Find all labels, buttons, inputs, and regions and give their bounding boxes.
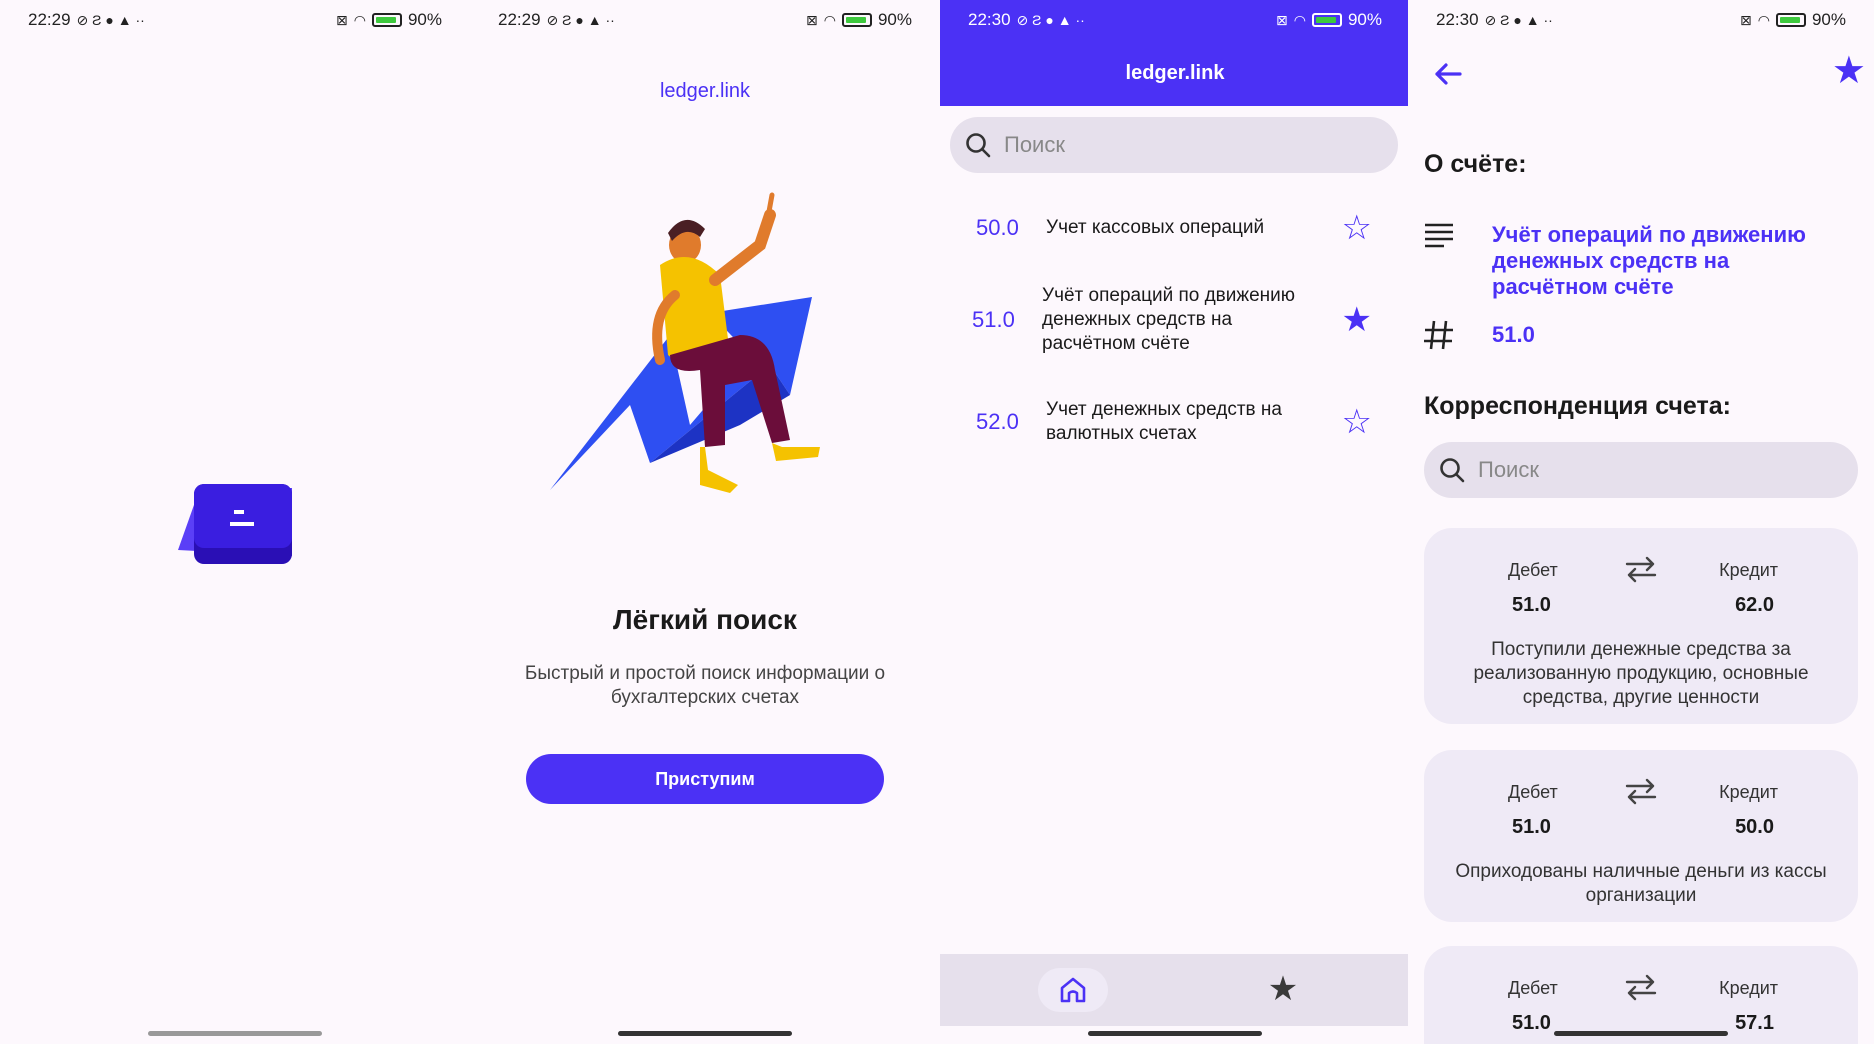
- credit-value: 57.1: [1735, 1012, 1774, 1034]
- status-bar: 22:30 ⊘ Ƨ ● ▲ ·· ⊠ ◠ 90%: [940, 0, 1410, 40]
- get-started-button[interactable]: Приступим: [526, 754, 884, 804]
- status-bar: 22:30 ⊘ Ƨ ● ▲ ·· ⊠ ◠ 90%: [1408, 0, 1874, 40]
- account-code: 50.0: [976, 215, 1019, 240]
- account-code: 51.0: [972, 307, 1015, 332]
- list-item[interactable]: 50.0 Учет кассовых операций ☆: [940, 200, 1410, 256]
- status-time: 22:30: [968, 10, 1011, 29]
- wifi-icon: ◠: [353, 11, 366, 28]
- debit-label: Дебет: [1508, 560, 1558, 580]
- entry-card[interactable]: Дебет Кредит 51.0 57.1: [1424, 946, 1858, 1044]
- app-logo-icon: [178, 484, 292, 564]
- battery-icon: [841, 13, 872, 27]
- onboarding-title: Лёгкий поиск: [613, 604, 797, 635]
- entry-card[interactable]: Дебет Кредит 51.0 50.0 Оприходованы нали…: [1424, 750, 1858, 922]
- splash-screen: 22:29 ⊘ Ƨ ● ▲ ·· ⊠ ◠ 90%: [0, 0, 470, 1044]
- status-time: 22:30: [1436, 10, 1479, 29]
- notification-icons: ⊘ Ƨ ● ▲ ··: [1484, 11, 1553, 28]
- status-bar: 22:29 ⊘ Ƨ ● ▲ ·· ⊠ ◠ 90%: [0, 0, 470, 40]
- back-arrow-icon[interactable]: [1430, 56, 1466, 92]
- battery-icon: [1311, 13, 1342, 27]
- home-indicator: [1088, 1031, 1262, 1036]
- nav-favorites-button[interactable]: ★: [1258, 964, 1308, 1014]
- battery-icon: [371, 13, 402, 27]
- list-item[interactable]: 51.0 Учёт операций по движению денежных …: [940, 280, 1410, 360]
- account-name: Учёт операций по движению денежных средс…: [1042, 285, 1296, 354]
- entry-description: Поступили денежные средства за реализова…: [1473, 639, 1809, 708]
- status-time: 22:29: [28, 10, 71, 29]
- star-filled-icon[interactable]: ★: [1342, 303, 1372, 337]
- battery-level: 90%: [1347, 10, 1382, 29]
- status-time: 22:29: [498, 10, 541, 29]
- entry-card[interactable]: Дебет Кредит 51.0 62.0 Поступили денежны…: [1424, 528, 1858, 724]
- credit-value: 62.0: [1735, 594, 1774, 616]
- onboarding-screen: 22:29 ⊘ Ƨ ● ▲ ·· ⊠ ◠ 90% ledger.link Лёгкий…: [470, 0, 940, 1044]
- search-placeholder: Поиск: [1478, 457, 1539, 482]
- home-indicator: [618, 1031, 792, 1036]
- wifi-icon: ◠: [1293, 11, 1306, 28]
- star-icon: ★: [1267, 970, 1299, 1008]
- account-code: 51.0: [1492, 322, 1535, 347]
- sim-icon: ⊠: [1740, 11, 1752, 28]
- account-name: Учёт операций по движению денежных средс…: [1492, 222, 1806, 299]
- home-icon: [1060, 977, 1086, 1003]
- account-name: Учет денежных средств на валютных счетах: [1046, 399, 1282, 444]
- star-outline-icon[interactable]: ☆: [1342, 405, 1372, 439]
- entry-description: Оприходованы наличные деньги из кассы ор…: [1455, 861, 1827, 906]
- wifi-icon: ◠: [1757, 11, 1770, 28]
- list-item[interactable]: 52.0 Учет денежных средств на валютных с…: [940, 394, 1410, 450]
- favorite-star-icon[interactable]: ★: [1832, 52, 1866, 90]
- debit-label: Дебет: [1508, 782, 1558, 802]
- sim-icon: ⊠: [1276, 11, 1288, 28]
- nav-home-button[interactable]: [1038, 968, 1108, 1012]
- notification-icons: ⊘ Ƨ ● ▲ ··: [1016, 11, 1085, 28]
- swap-arrows-icon: [1625, 974, 1657, 1001]
- account-list-screen: 22:30 ⊘ Ƨ ● ▲ ·· ⊠ ◠ 90% ledger.link Поиск …: [940, 0, 1410, 1044]
- about-heading: О счёте:: [1424, 150, 1527, 178]
- status-bar: 22:29 ⊘ Ƨ ● ▲ ·· ⊠ ◠ 90%: [470, 0, 940, 40]
- credit-label: Кредит: [1719, 978, 1778, 998]
- bottom-navigation: ★: [940, 954, 1410, 1026]
- onboarding-description: Быстрый и простой поиск информации о бух…: [524, 663, 886, 708]
- account-details-screen: 22:30 ⊘ Ƨ ● ▲ ·· ⊠ ◠ 90% ★ О счёте: Учёт оп…: [1408, 0, 1874, 1044]
- text-lines-icon: [1425, 223, 1453, 248]
- sim-icon: ⊠: [806, 11, 818, 28]
- home-indicator: [148, 1031, 322, 1036]
- swap-arrows-icon: [1625, 556, 1657, 583]
- debit-label: Дебет: [1508, 978, 1558, 998]
- sim-icon: ⊠: [336, 11, 348, 28]
- account-name: Учет кассовых операций: [1046, 217, 1265, 238]
- battery-level: 90%: [877, 10, 912, 29]
- wifi-icon: ◠: [823, 11, 836, 28]
- search-input[interactable]: Поиск: [950, 117, 1398, 173]
- notification-icons: ⊘ Ƨ ● ▲ ··: [76, 11, 145, 28]
- swap-arrows-icon: [1625, 778, 1657, 805]
- notification-icons: ⊘ Ƨ ● ▲ ··: [546, 11, 615, 28]
- credit-label: Кредит: [1719, 560, 1778, 580]
- search-icon: [966, 133, 991, 158]
- credit-value: 50.0: [1735, 816, 1774, 838]
- debit-value: 51.0: [1512, 594, 1551, 616]
- app-title: ledger.link: [1125, 62, 1225, 84]
- correspondence-heading: Корреспонденция счета:: [1424, 392, 1731, 420]
- hash-icon: [1424, 320, 1453, 350]
- battery-level: 90%: [407, 10, 442, 29]
- battery-icon: [1775, 13, 1806, 27]
- battery-level: 90%: [1811, 10, 1846, 29]
- account-code: 52.0: [976, 409, 1019, 434]
- debit-value: 51.0: [1512, 1012, 1551, 1034]
- search-icon: [1440, 458, 1465, 483]
- home-indicator: [1554, 1031, 1728, 1036]
- screenshot-collage: 22:29 ⊘ Ƨ ● ▲ ·· ⊠ ◠ 90% 22:29 ⊘ Ƨ ● ▲ ·· ⊠ ◠…: [0, 0, 1874, 1044]
- brand-title: ledger.link: [659, 80, 751, 102]
- search-placeholder: Поиск: [1004, 132, 1065, 157]
- star-outline-icon[interactable]: ☆: [1342, 211, 1372, 245]
- person-on-arrow-illustration: [550, 192, 820, 493]
- credit-label: Кредит: [1719, 782, 1778, 802]
- app-header: 22:30 ⊘ Ƨ ● ▲ ·· ⊠ ◠ 90% ledger.link: [940, 0, 1410, 106]
- debit-value: 51.0: [1512, 816, 1551, 838]
- search-input[interactable]: Поиск: [1424, 442, 1858, 498]
